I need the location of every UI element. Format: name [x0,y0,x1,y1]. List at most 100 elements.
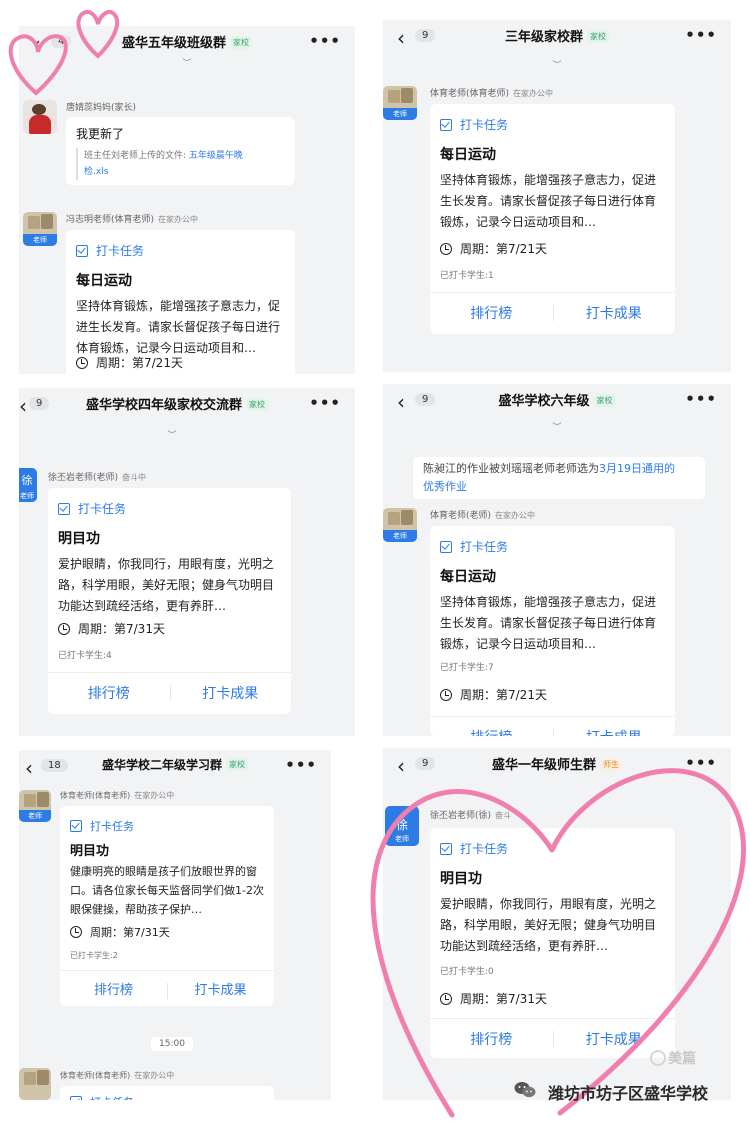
checkin-card[interactable]: 打卡任务 [60,1086,274,1100]
more-dots-icon[interactable]: ••• [685,390,717,408]
avatar[interactable]: 老师 [19,790,51,822]
card-period: 周期：第7/21天 [440,686,547,703]
leaderboard-button[interactable]: 排行榜 [60,979,167,998]
more-dots-icon[interactable]: ••• [285,756,317,774]
sender-name: 体育老师(老师) 在家办公中 [430,511,536,521]
checkin-card[interactable]: 打卡任务 每日运动 坚持体育锻炼，能增强孩子意志力，促进生长发育。请家长督促孩子… [430,526,675,736]
chat-header: ‹ 9 盛华学校六年级 家校 ••• [383,384,731,418]
leaderboard-button[interactable]: 排行榜 [430,727,553,736]
chat-title: 盛华一年级师生群 师生 [383,754,731,773]
meipian-logo-icon [650,1050,666,1066]
chat-header: ‹ 9 三年级家校群 家校 ••• [383,20,731,54]
sender-name: 体育老师(体育老师) 在家办公中 [60,1071,175,1080]
checkin-card[interactable]: 打卡任务 每日运动 坚持体育锻炼，能增强孩子意志力，促进生长发育。请家长督促孩子… [66,230,295,374]
sender-name: 体育老师(体育老师) 在家办公中 [430,89,554,99]
checkin-card[interactable]: 打卡任务 明目功 爱护眼睛，你我同行，用眼有度，光明之路，科学用眼，美好无限；健… [430,828,675,1058]
checkin-results-button[interactable]: 打卡成果 [167,979,274,998]
card-type: 打卡任务 [440,538,508,555]
more-dots-icon[interactable]: ••• [309,394,341,412]
role-badge: 老师 [19,810,51,822]
checkin-results-button[interactable]: 打卡成果 [553,727,676,736]
checkbox-icon [440,540,452,553]
checkin-results-button[interactable]: 打卡成果 [553,1029,676,1049]
checkin-card[interactable]: 打卡任务 明目功 爱护眼睛，你我同行，用眼有度，光明之路，科学用眼，美好无限；健… [48,488,291,714]
avatar[interactable] [19,1068,51,1100]
avatar[interactable]: 徐 老师 [19,468,37,502]
status-text: 在家办公中 [495,511,536,520]
checkbox-icon [440,118,452,131]
sender-name: 徐丕岩老师(徐) 奋斗 [430,811,512,821]
file-link[interactable]: 五年级晨午晚 [189,151,243,161]
clock-icon [440,688,452,701]
avatar[interactable] [23,100,57,134]
checkbox-icon [440,842,452,855]
chat-panel-grade5: ‹ 4 盛华五年级班级群 家校 ••• ︶ 唐婧蕊妈妈(家长) 我更新了 班主任刘… [19,26,355,374]
sender-name: 徐丕岩老师(老师) 奋斗中 [48,473,147,483]
more-dots-icon[interactable]: ••• [685,754,717,772]
card-type: 打卡任务 [76,242,144,259]
leaderboard-button[interactable]: 排行榜 [48,683,170,703]
role-badge: 老师 [19,490,37,502]
school-watermark: 潍坊市坊子区盛华学校 [548,1084,709,1103]
card-description: 爱护眼睛，你我同行，用眼有度，光明之路，科学用眼，美好无限；健身气功明目功能达到… [440,897,657,953]
chat-header: ‹ 9 盛华一年级师生群 师生 ••• [383,748,731,782]
chat-title: 盛华五年级班级群 家校 [19,32,355,51]
avatar[interactable]: 老师 [383,86,417,120]
group-type-badge: 家校 [230,36,252,49]
file-reference[interactable]: 班主任刘老师上传的文件: 五年级晨午晚 检.xls [76,148,285,180]
status-text: 在家办公中 [513,89,554,98]
avatar[interactable]: 老师 [383,508,417,542]
chevron-down-icon[interactable]: ︶ [383,58,731,71]
card-type: 打卡任务 [58,500,126,517]
chat-panel-grade3: ‹ 9 三年级家校群 家校 ••• ︶ 老师 体育老师(体育老师) 在家办公中 打卡… [383,20,731,372]
role-badge: 老师 [385,832,419,846]
system-notice: 陈昶江的作业被刘瑶瑶老师老师选为3月19日通用的 优秀作业 [413,457,705,499]
card-type: 打卡任务 [440,840,508,857]
more-dots-icon[interactable]: ••• [685,26,717,44]
card-period: 周期：第7/21天 [440,240,547,257]
chat-header: ‹ 9 盛华学校四年级家校交流群 家校 ••• [19,388,355,422]
card-description: 爱护眼睛，你我同行，用眼有度，光明之路，科学用眼，美好无限；健身气功明目功能达到… [58,557,275,613]
card-actions: 排行榜 打卡成果 [430,716,675,736]
status-text: 在家办公中 [134,1071,175,1080]
checked-in-count: 已打卡学生:4 [58,651,112,661]
status-text: 在家办公中 [134,791,175,800]
message-text: 我更新了 [76,127,125,141]
role-badge: 老师 [383,108,417,120]
chevron-down-icon[interactable]: ︶ [383,420,731,433]
chat-header: ‹ 4 盛华五年级班级群 家校 ••• [19,26,355,60]
clock-icon [70,926,82,938]
group-type-badge: 家校 [587,30,609,43]
card-title: 明目功 [440,871,482,887]
checked-in-count: 已打卡学生:0 [440,967,494,977]
avatar[interactable]: 老师 [23,212,57,246]
chat-title: 三年级家校群 家校 [383,26,731,45]
more-dots-icon[interactable]: ••• [309,32,341,50]
avatar[interactable]: 徐 老师 [385,806,419,846]
card-period: 周期：第7/21天 [76,354,183,371]
message-bubble[interactable]: 我更新了 班主任刘老师上传的文件: 五年级晨午晚 检.xls [66,117,295,185]
checkin-results-button[interactable]: 打卡成果 [170,683,292,703]
card-type: 打卡任务 [70,818,134,834]
chevron-down-icon[interactable]: ︶ [19,56,355,69]
checkin-results-button[interactable]: 打卡成果 [553,303,676,323]
checkin-card[interactable]: 打卡任务 每日运动 坚持体育锻炼，能增强孩子意志力，促进生长发育。请家长督促孩子… [430,104,675,334]
group-type-badge: 家校 [246,398,268,411]
clock-icon [76,356,88,369]
timestamp: 15:00 [151,1037,193,1051]
leaderboard-button[interactable]: 排行榜 [430,1029,553,1049]
file-link-cont[interactable]: 检.xls [84,167,108,177]
card-description: 坚持体育锻炼，能增强孩子意志力，促进生长发育。请家长督促孩子每日进行体育锻炼，记… [440,595,657,651]
checkin-card[interactable]: 打卡任务 明目功 健康明亮的眼睛是孩子们放眼世界的窗口。请各位家长每天监督同学们… [60,806,274,1006]
meipian-watermark: 美篇 [668,1051,696,1067]
clock-icon [440,992,452,1005]
status-text: 在家办公中 [158,215,199,224]
card-description: 坚持体育锻炼，能增强孩子意志力，促进生长发育。请家长督促孩子每日进行体育锻炼，记… [76,299,281,355]
chevron-down-icon[interactable]: ︶ [19,428,355,441]
checked-in-count: 已打卡学生:1 [440,271,494,281]
card-actions: 排行榜 打卡成果 [430,1018,675,1058]
wechat-icon [514,1082,536,1098]
leaderboard-button[interactable]: 排行榜 [430,303,553,323]
card-actions: 排行榜 打卡成果 [48,672,291,712]
group-type-badge: 家校 [593,394,616,407]
